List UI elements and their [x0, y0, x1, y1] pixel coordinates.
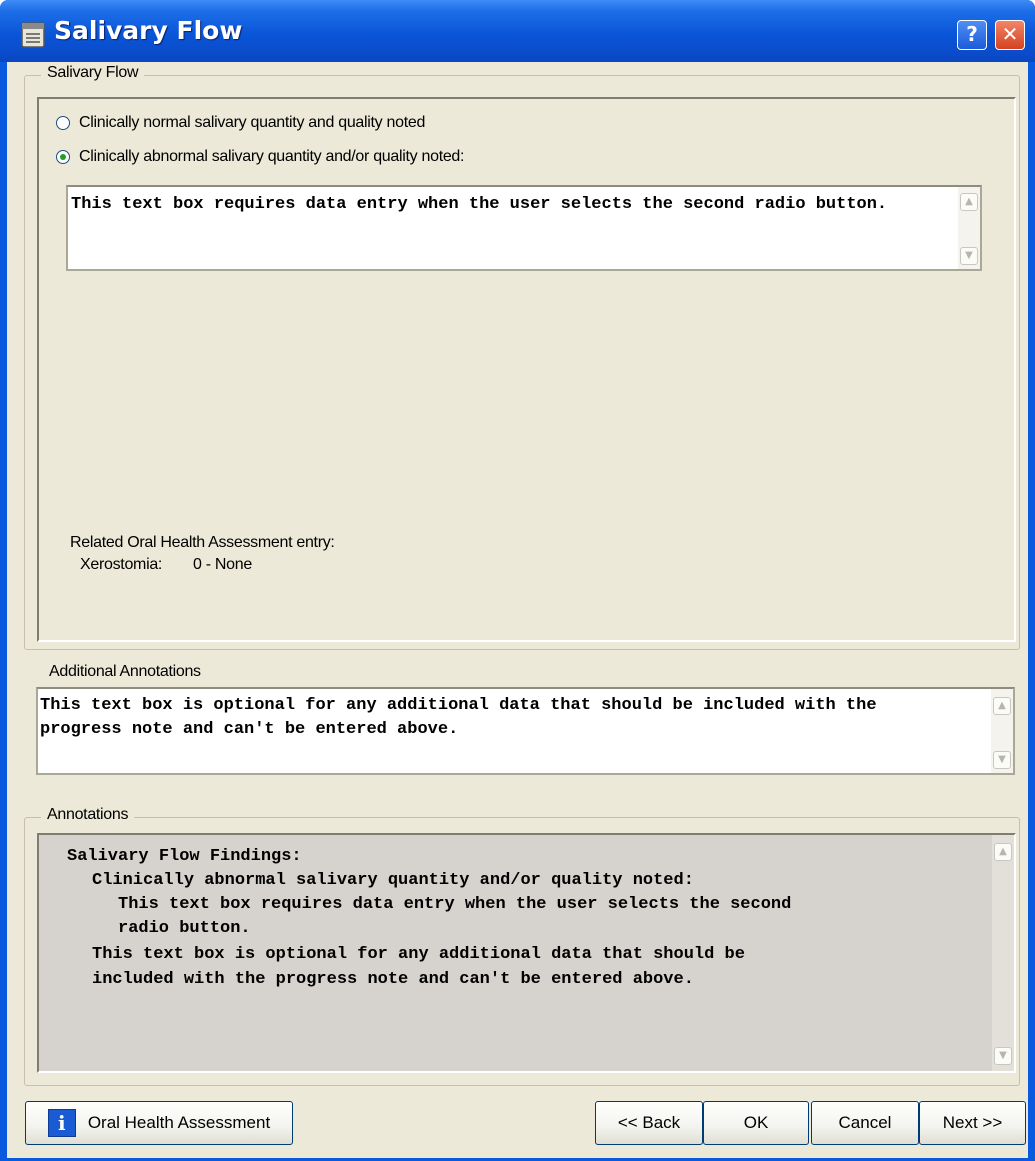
additional-annotations-scrollbar[interactable]: ▲ ▼ [991, 689, 1013, 773]
next-button-label: Next >> [942, 1113, 1003, 1132]
annotation-line: This text box requires data entry when t… [118, 895, 792, 914]
notepad-icon [21, 22, 45, 48]
arrow-down-icon[interactable]: ▼ [994, 1047, 1012, 1065]
additional-annotations-field[interactable]: This text box is optional for any additi… [36, 687, 1015, 775]
cancel-button-label: Cancel [838, 1113, 892, 1132]
next-button[interactable]: Next >> [919, 1101, 1026, 1145]
xerostomia-label: Xerostomia: [80, 556, 163, 573]
annotation-line: Salivary Flow Findings: [67, 847, 302, 866]
annotation-line: Clinically abnormal salivary quantity an… [92, 871, 694, 890]
help-button[interactable]: ? [957, 20, 987, 50]
additional-annotations-label: Additional Annotations [49, 663, 201, 680]
cancel-button[interactable]: Cancel [811, 1101, 919, 1145]
radio-abnormal[interactable]: Clinically abnormal salivary quantity an… [56, 145, 464, 169]
radio-selected-dot [60, 154, 66, 160]
arrow-down-icon[interactable]: ▼ [960, 247, 978, 265]
xerostomia-value: 0 - None [193, 556, 252, 573]
salivary-flow-panel [37, 97, 1016, 642]
annotation-line: radio button. [118, 919, 251, 938]
abnormal-details-scrollbar[interactable]: ▲ ▼ [958, 187, 980, 269]
radio-abnormal-label[interactable]: Clinically abnormal salivary quantity an… [79, 148, 464, 166]
ok-button[interactable]: OK [703, 1101, 809, 1145]
abnormal-details-field[interactable]: This text box requires data entry when t… [66, 185, 982, 271]
info-icon: i [47, 1109, 76, 1137]
oral-health-assessment-button[interactable]: i Oral Health Assessment [25, 1101, 293, 1145]
arrow-up-icon[interactable]: ▲ [993, 697, 1011, 715]
back-button-label: << Back [617, 1113, 681, 1132]
annotations-preview[interactable]: Salivary Flow Findings: Clinically abnor… [37, 833, 1016, 1073]
annotation-line: This text box is optional for any additi… [92, 945, 745, 964]
title-bar[interactable]: Salivary Flow ? ✕ [0, 0, 1035, 62]
related-entry-label: Related Oral Health Assessment entry: [70, 534, 335, 551]
abnormal-details-text[interactable]: This text box requires data entry when t… [71, 193, 931, 217]
ok-button-label: OK [743, 1113, 769, 1132]
annotation-line: included with the progress note and can'… [92, 970, 694, 989]
salivary-flow-window: Salivary Flow ? ✕ Salivary Flow Clinical… [0, 0, 1035, 1161]
close-button[interactable]: ✕ [995, 20, 1025, 50]
arrow-up-icon[interactable]: ▲ [994, 843, 1012, 861]
additional-annotations-text[interactable]: This text box is optional for any additi… [40, 694, 965, 742]
radio-abnormal-circle[interactable] [56, 150, 70, 164]
salivary-flow-legend: Salivary Flow [41, 64, 145, 82]
arrow-down-icon[interactable]: ▼ [993, 751, 1011, 769]
radio-normal[interactable]: Clinically normal salivary quantity and … [56, 111, 425, 135]
oral-health-assessment-label: Oral Health Assessment [87, 1113, 271, 1132]
window-title: Salivary Flow [54, 16, 243, 45]
radio-normal-circle[interactable] [56, 116, 70, 130]
back-button[interactable]: << Back [595, 1101, 703, 1145]
arrow-up-icon[interactable]: ▲ [960, 193, 978, 211]
annotations-scrollbar[interactable]: ▲ ▼ [992, 835, 1014, 1071]
annotations-legend: Annotations [41, 806, 135, 824]
radio-normal-label[interactable]: Clinically normal salivary quantity and … [79, 114, 425, 132]
